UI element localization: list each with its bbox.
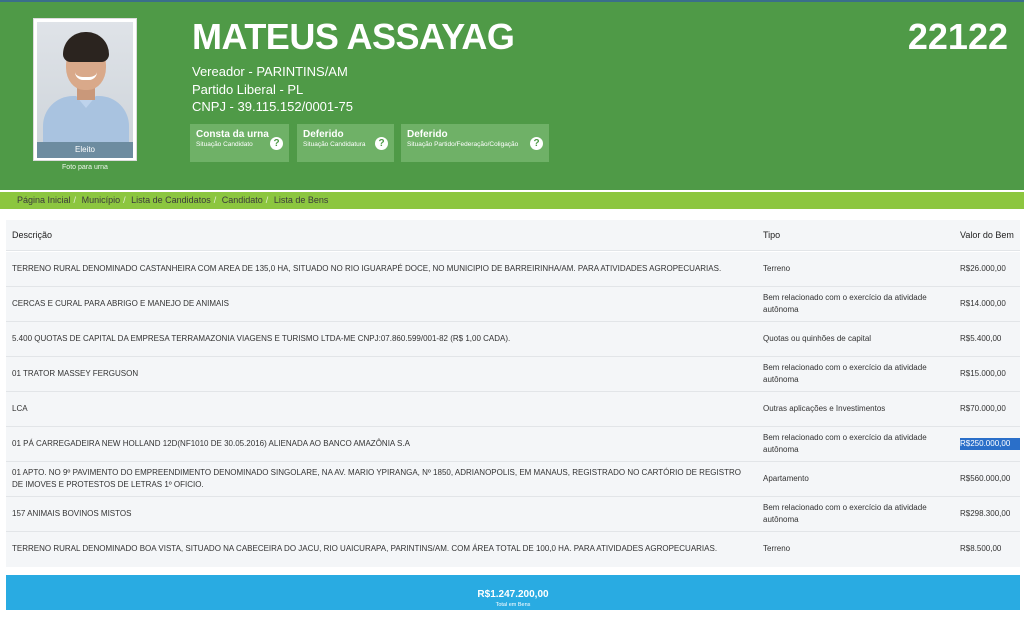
total-assets-bar: R$1.247.200,00 Total em Bens <box>6 575 1020 610</box>
assets-table: Descrição Tipo Valor do Bem TERRENO RURA… <box>6 220 1020 610</box>
candidate-photo-card: Eleito <box>33 18 137 161</box>
cell-description: 157 ANIMAIS BOVINOS MISTOS <box>12 509 132 518</box>
question-icon[interactable]: ? <box>270 137 283 150</box>
cell-description: TERRENO RURAL DENOMINADO CASTANHEIRA COM… <box>12 264 722 273</box>
cell-value: R$298.300,00 <box>960 509 1011 518</box>
cell-type: Bem relacionado com o exercício da ativi… <box>763 503 927 524</box>
candidate-role: Vereador - PARINTINS/AM <box>192 64 348 79</box>
breadcrumb-assets: Lista de Bens <box>273 195 329 205</box>
cell-type: Bem relacionado com o exercício da ativi… <box>763 363 927 384</box>
cell-value: R$26.000,00 <box>960 264 1006 273</box>
table-row: TERRENO RURAL DENOMINADO BOA VISTA, SITU… <box>6 532 1020 567</box>
cell-value: R$8.500,00 <box>960 544 1002 553</box>
cell-description: 01 TRATOR MASSEY FERGUSON <box>12 369 139 378</box>
cell-type: Bem relacionado com o exercício da ativi… <box>763 433 927 454</box>
status-candidate: Consta da urna Situação Candidato ? <box>190 124 289 162</box>
candidate-number: 22122 <box>907 16 1008 57</box>
candidate-party: Partido Liberal - PL <box>192 82 304 97</box>
header-type: Tipo <box>763 230 781 240</box>
table-row: 01 TRATOR MASSEY FERGUSON Bem relacionad… <box>6 357 1020 392</box>
cell-value: R$14.000,00 <box>960 299 1006 308</box>
elected-status-label: Eleito <box>37 142 133 158</box>
cell-type: Bem relacionado com o exercício da ativi… <box>763 293 927 314</box>
cell-type: Terreno <box>763 544 791 553</box>
cell-description: TERRENO RURAL DENOMINADO BOA VISTA, SITU… <box>12 544 718 553</box>
candidate-photo <box>37 22 133 142</box>
status-title: Consta da urna <box>196 129 269 140</box>
cell-value: R$5.400,00 <box>960 334 1002 343</box>
breadcrumb-candidates[interactable]: Lista de Candidatos <box>131 195 211 205</box>
photo-caption: Foto para urna <box>62 164 108 171</box>
cell-value: R$15.000,00 <box>960 369 1006 378</box>
cell-type: Terreno <box>763 264 791 273</box>
question-icon[interactable]: ? <box>530 137 543 150</box>
status-party: Deferido Situação Partido/Federação/Coli… <box>401 124 549 162</box>
breadcrumb-candidate[interactable]: Candidato <box>222 195 263 205</box>
cell-value: R$560.000,00 <box>960 474 1011 483</box>
question-icon[interactable]: ? <box>375 137 388 150</box>
cell-type: Quotas ou quinhões de capital <box>763 334 872 343</box>
total-label: Total em Bens <box>495 602 531 608</box>
table-row: 01 PÁ CARREGADEIRA NEW HOLLAND 12D(NF101… <box>6 427 1020 462</box>
cell-description: LCA <box>12 404 28 413</box>
cell-type: Apartamento <box>763 474 809 483</box>
cell-type: Outras aplicações e Investimentos <box>763 404 886 413</box>
table-row: TERRENO RURAL DENOMINADO CASTANHEIRA COM… <box>6 252 1020 287</box>
status-subtitle: Situação Partido/Federação/Coligação <box>407 141 519 148</box>
breadcrumb-municipality[interactable]: Município <box>82 195 121 205</box>
cell-description: CERCAS E CURAL PARA ABRIGO E MANEJO DE A… <box>12 299 229 308</box>
breadcrumb-home[interactable]: Página Inicial <box>17 195 71 205</box>
cell-description: 01 PÁ CARREGADEIRA NEW HOLLAND 12D(NF101… <box>12 439 410 448</box>
table-row: CERCAS E CURAL PARA ABRIGO E MANEJO DE A… <box>6 287 1020 322</box>
table-row: 157 ANIMAIS BOVINOS MISTOS Bem relaciona… <box>6 497 1020 532</box>
table-row: LCA Outras aplicações e Investimentos R$… <box>6 392 1020 427</box>
candidate-cnpj: CNPJ - 39.115.152/0001-75 <box>192 99 353 114</box>
cell-value: R$70.000,00 <box>960 404 1006 413</box>
status-title: Deferido <box>407 129 448 140</box>
cell-description: 5.400 QUOTAS DE CAPITAL DA EMPRESA TERRA… <box>12 334 511 343</box>
cell-description: 01 APTO. NO 9º PAVIMENTO DO EMPREENDIMEN… <box>12 468 741 489</box>
header-description: Descrição <box>12 230 53 240</box>
breadcrumb: Página Inicial / Município / Lista de Cand… <box>0 192 1024 209</box>
table-row: 01 APTO. NO 9º PAVIMENTO DO EMPREENDIMEN… <box>6 462 1020 497</box>
table-row: 5.400 QUOTAS DE CAPITAL DA EMPRESA TERRA… <box>6 322 1020 357</box>
cell-value-selected: R$250.000,00 <box>960 438 1020 450</box>
total-value: R$1.247.200,00 <box>477 589 549 600</box>
candidate-name: MATEUS ASSAYAG <box>192 16 515 57</box>
status-title: Deferido <box>303 129 344 140</box>
table-header: Descrição Tipo Valor do Bem <box>6 220 1020 251</box>
status-candidacy: Deferido Situação Candidatura ? <box>297 124 394 162</box>
candidate-header: Eleito Foto para urna MATEUS ASSAYAG 221… <box>0 2 1024 190</box>
header-value: Valor do Bem <box>960 230 1014 240</box>
